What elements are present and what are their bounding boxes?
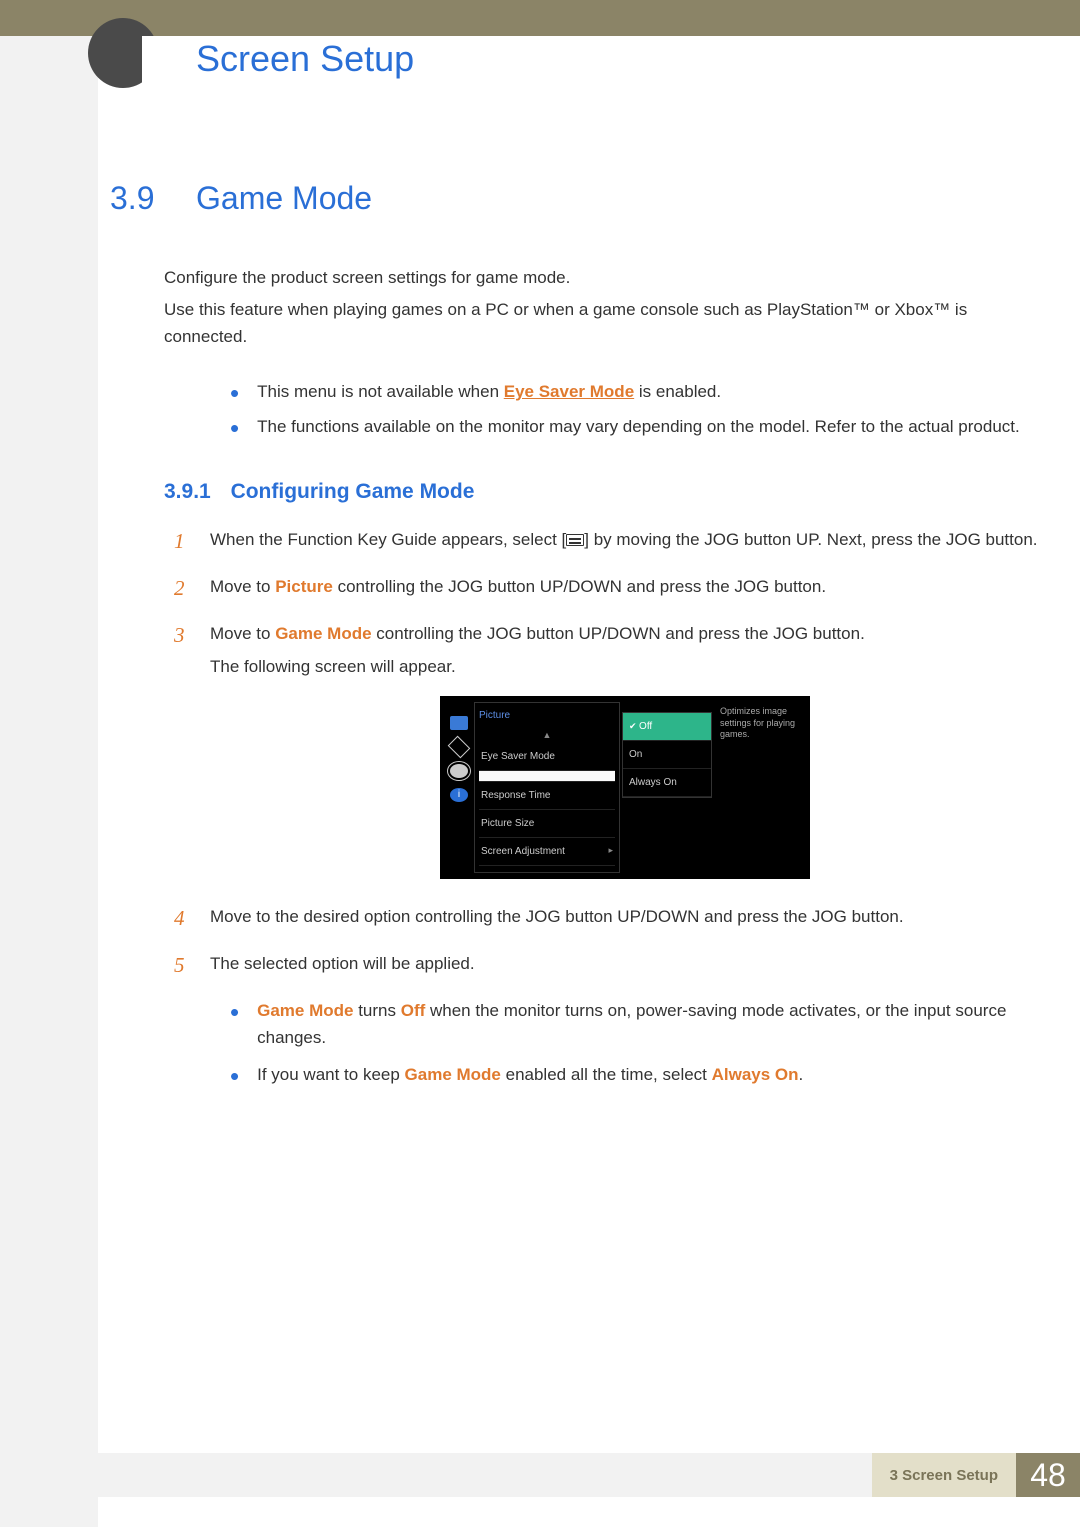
section-number: 3.9 <box>110 180 196 217</box>
osd-menu-item-selected <box>479 771 615 782</box>
section-heading: 3.9Game Mode <box>110 180 1040 217</box>
page-content: 3.9Game Mode Configure the product scree… <box>110 180 1040 1099</box>
osd-menu-item: Picture Size <box>479 810 615 838</box>
eye-saver-mode-link: Eye Saver Mode <box>504 382 634 401</box>
section-intro: Configure the product screen settings fo… <box>110 265 1040 350</box>
step-item: When the Function Key Guide appears, sel… <box>164 526 1040 555</box>
step-item: The selected option will be applied. <box>164 950 1040 979</box>
osd-menu-item: Eye Saver Mode <box>479 743 615 771</box>
osd-submenu: Off On Always On <box>622 712 712 798</box>
intro-text-1: Configure the product screen settings fo… <box>164 265 1040 291</box>
monitor-icon <box>450 716 468 730</box>
note-item: • The functions available on the monitor… <box>230 413 1040 440</box>
note-text: If you want to keep Game Mode enabled al… <box>257 1061 803 1088</box>
bullet-icon: • <box>230 1005 239 1019</box>
side-bar <box>0 36 98 1527</box>
note-item: • This menu is not available when Eye Sa… <box>230 378 1040 405</box>
footer-crumb: 3 Screen Setup <box>872 1453 1016 1497</box>
note-text: Game Mode turns Off when the monitor tur… <box>257 997 1040 1051</box>
osd-menu-item: Response Time <box>479 782 615 810</box>
subsection-title: Configuring Game Mode <box>231 480 475 503</box>
osd-sidebar: i <box>446 702 472 873</box>
step-list: When the Function Key Guide appears, sel… <box>164 526 1040 979</box>
step-item: Move to Game Mode controlling the JOG bu… <box>164 620 1040 879</box>
section-title: Game Mode <box>196 180 372 216</box>
osd-option: Always On <box>623 769 711 797</box>
osd-screenshot: i Picture ▲ Eye Saver Mode Response Time… <box>440 696 810 879</box>
note-list: • This menu is not available when Eye Sa… <box>230 378 1040 440</box>
osd-menu-title: Picture <box>479 705 615 728</box>
top-bar <box>0 0 1080 36</box>
step-item: Move to Picture controlling the JOG butt… <box>164 573 1040 602</box>
osd-description: Optimizes image settings for playing gam… <box>714 702 804 873</box>
subsection-number: 3.9.1 <box>164 480 211 503</box>
osd-option: On <box>623 741 711 769</box>
bullet-icon: • <box>230 421 239 435</box>
intro-text-2: Use this feature when playing games on a… <box>164 297 1040 350</box>
note-item: • Game Mode turns Off when the monitor t… <box>230 997 1040 1051</box>
bottom-note-list: • Game Mode turns Off when the monitor t… <box>230 997 1040 1089</box>
scroll-up-icon: ▲ <box>479 728 615 743</box>
bullet-icon: • <box>230 1069 239 1083</box>
info-icon: i <box>450 788 468 802</box>
subsection-heading: 3.9.1 Configuring Game Mode <box>164 480 1040 504</box>
chevron-right-icon: ▸ <box>608 843 613 858</box>
menu-icon <box>566 534 584 546</box>
note-text: This menu is not available when Eye Save… <box>257 378 721 405</box>
bullet-icon: • <box>230 386 239 400</box>
note-text: The functions available on the monitor m… <box>257 413 1020 440</box>
gear-icon <box>450 764 468 778</box>
osd-main-menu: Picture ▲ Eye Saver Mode Response Time P… <box>474 702 620 873</box>
move-icon <box>448 736 471 759</box>
chapter-title: Screen Setup <box>196 38 434 80</box>
page-footer: 3 Screen Setup 48 <box>872 1453 1080 1497</box>
page-number: 48 <box>1016 1453 1080 1497</box>
osd-menu-item: Screen Adjustment▸ <box>479 838 615 866</box>
step-item: Move to the desired option controlling t… <box>164 903 1040 932</box>
note-item: • If you want to keep Game Mode enabled … <box>230 1061 1040 1088</box>
osd-option-selected: Off <box>623 713 711 741</box>
